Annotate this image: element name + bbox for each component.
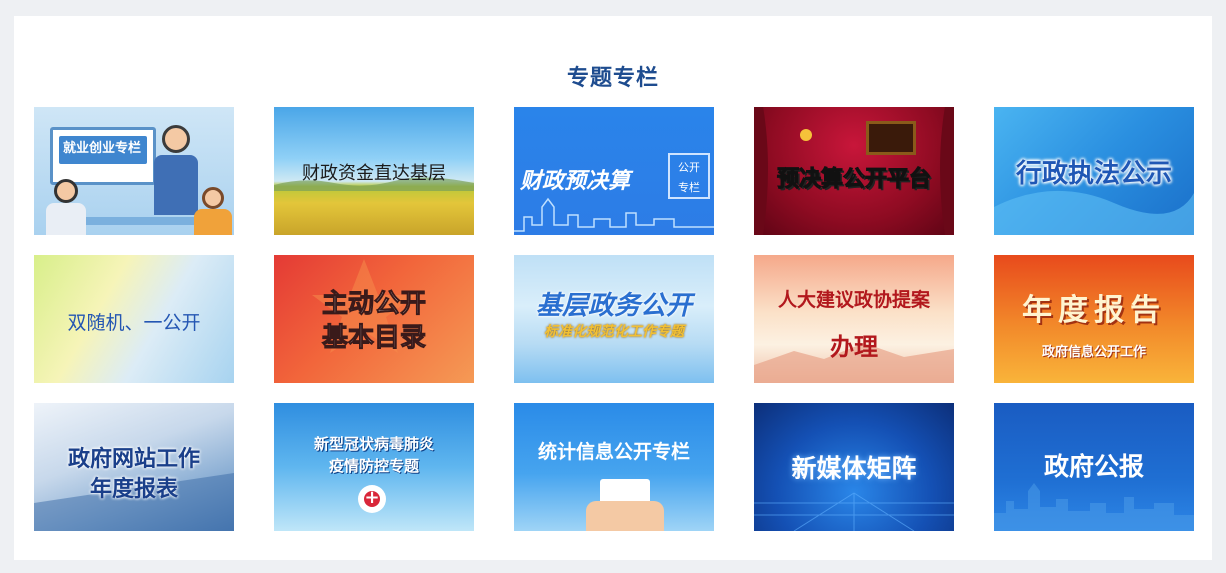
tile-fiscal-funds-direct[interactable]: 财政资金直达基层 bbox=[274, 107, 474, 235]
tile-covid-prevention[interactable]: 新型冠状病毒肺炎 疫情防控专题 bbox=[274, 403, 474, 531]
tile-label-line-2: 基本目录 bbox=[321, 323, 426, 354]
tile-label-line-2: 标准化规范化工作专题 bbox=[544, 324, 684, 340]
tile-label: 双随机、一公开 bbox=[67, 312, 201, 334]
tile-label: 财政资金直达基层 bbox=[302, 163, 446, 184]
tile-statistics-disclosure[interactable]: 统计信息公开专栏 bbox=[514, 403, 714, 531]
badge-line-1: 公开 bbox=[678, 161, 700, 174]
tile-grassroots-government-affairs[interactable]: 基层政务公开 标准化规范化工作专题 bbox=[514, 255, 714, 383]
tile-government-gazette[interactable]: 政府公报 bbox=[994, 403, 1194, 531]
tile-employment-entrepreneurship[interactable]: 就业创业专栏 bbox=[34, 107, 234, 235]
tile-label-line-1: 新型冠状病毒肺炎 bbox=[313, 435, 434, 453]
person-left-head-graphic bbox=[54, 179, 78, 203]
tile-new-media-matrix[interactable]: 新媒体矩阵 bbox=[754, 403, 954, 531]
tile-label-line-2: 办理 bbox=[830, 333, 878, 361]
tile-label-line-2: 年度报表 bbox=[89, 477, 178, 502]
tile-proactive-disclosure-catalog[interactable]: 主动公开 基本目录 bbox=[274, 255, 474, 383]
tile-administrative-law-enforcement[interactable]: 行政执法公示 bbox=[994, 107, 1194, 235]
tile-label: 财政预决算 bbox=[520, 169, 631, 194]
medical-cross-icon bbox=[358, 485, 386, 513]
tile-label: 政府公报 bbox=[1043, 452, 1144, 481]
tile-label: 统计信息公开专栏 bbox=[537, 441, 690, 463]
tile-label-line-1: 年度报告 bbox=[1022, 293, 1166, 328]
presentation-board-graphic bbox=[50, 127, 156, 185]
tile-label-line-1: 主动公开 bbox=[321, 289, 426, 320]
tile-npc-cppcc-proposals[interactable]: 人大建议政协提案 办理 bbox=[754, 255, 954, 383]
tile-label-line-1: 政府网站工作 bbox=[67, 447, 200, 472]
presenter-head-graphic bbox=[162, 125, 190, 153]
tile-double-random-one-open[interactable]: 双随机、一公开 bbox=[34, 255, 234, 383]
tile-budget-open-platform[interactable]: 预决算公开平台 bbox=[754, 107, 954, 235]
section-title: 专题专栏 bbox=[566, 66, 659, 91]
person-right-head-graphic bbox=[202, 187, 224, 209]
person-left-body-graphic bbox=[46, 203, 86, 235]
tile-government-website-annual-report[interactable]: 政府网站工作 年度报表 bbox=[34, 403, 234, 531]
tile-label-line-2: 政府信息公开工作 bbox=[1041, 345, 1146, 360]
open-column-badge: 公开 专栏 bbox=[668, 153, 710, 199]
mountain-graphic bbox=[754, 343, 954, 383]
tile-label: 预决算公开平台 bbox=[776, 167, 931, 193]
person-right-body-graphic bbox=[194, 209, 232, 235]
tile-label-line-1: 基层政务公开 bbox=[535, 291, 692, 321]
tile-annual-report[interactable]: 年度报告 政府信息公开工作 bbox=[994, 255, 1194, 383]
tile-label: 就业创业专栏 bbox=[62, 141, 141, 156]
tile-label-line-2: 疫情防控专题 bbox=[328, 457, 419, 475]
tile-label-line-1: 人大建议政协提案 bbox=[777, 289, 930, 311]
tile-label: 行政执法公示 bbox=[1015, 159, 1172, 189]
desk-graphic bbox=[74, 217, 204, 225]
badge-line-2: 专栏 bbox=[678, 181, 700, 194]
tile-fiscal-budget-final[interactable]: 财政预决算 公开 专栏 bbox=[514, 107, 714, 235]
tile-label: 新媒体矩阵 bbox=[791, 454, 917, 483]
hands-graphic bbox=[586, 501, 664, 531]
presenter-body-graphic bbox=[154, 155, 198, 215]
